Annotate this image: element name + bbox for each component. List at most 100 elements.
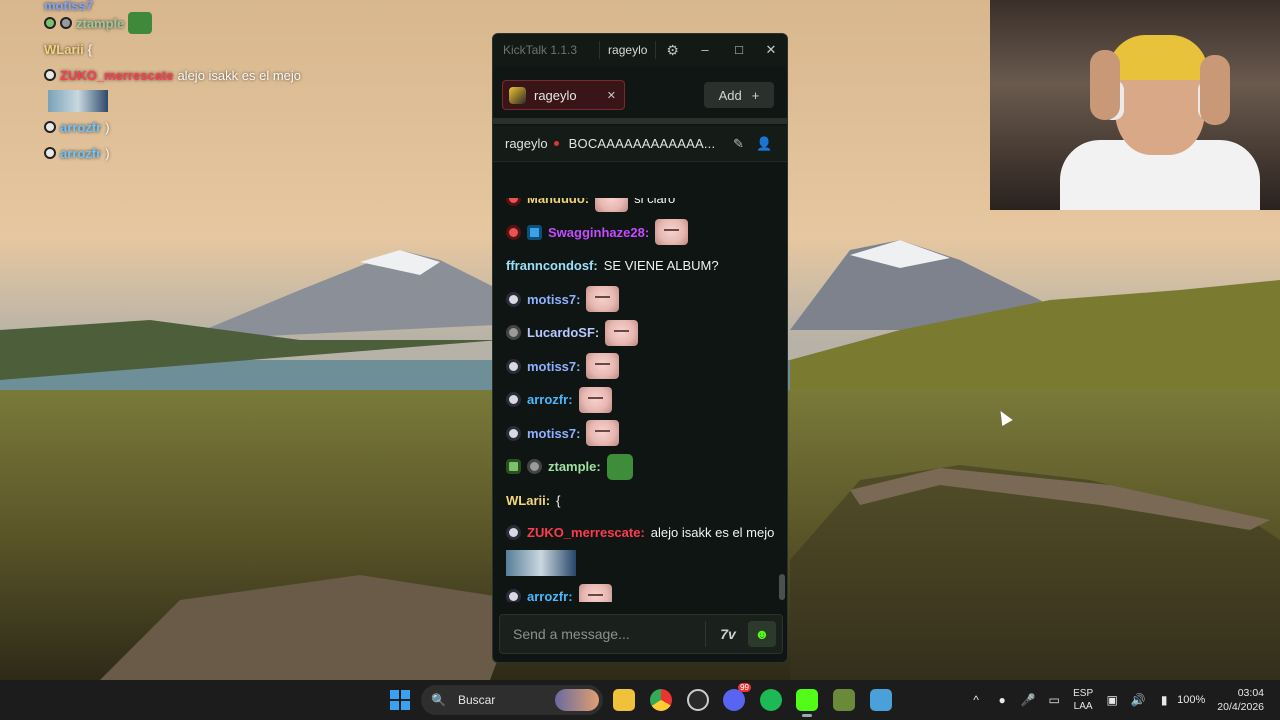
chat-username[interactable]: arrozfr xyxy=(527,392,568,407)
overlay-chat-user: motiss7 xyxy=(44,0,94,13)
face-emote-icon[interactable] xyxy=(578,583,612,602)
add-chatroom-button[interactable]: Add + xyxy=(704,82,774,108)
face-emote-icon[interactable] xyxy=(605,319,639,346)
network-icon[interactable]: ▣ xyxy=(1099,693,1125,707)
image-emote-icon[interactable] xyxy=(506,550,576,576)
language-code: ESP xyxy=(1073,688,1094,699)
message-input[interactable] xyxy=(500,615,705,653)
gear-icon[interactable]: ⚙ xyxy=(666,42,679,59)
face-emote-icon[interactable] xyxy=(586,420,620,447)
chat-message[interactable]: motiss7: xyxy=(506,350,787,384)
chat-message[interactable]: Swagginhaze28: xyxy=(506,216,787,250)
tab-label: rageylo xyxy=(534,87,577,103)
cube-badge-icon xyxy=(527,224,542,240)
notepad-icon[interactable] xyxy=(870,689,892,711)
taskbar-search[interactable]: 🔍 Buscar xyxy=(421,685,603,715)
tab-rageylo[interactable]: rageylo ✕ xyxy=(502,80,625,110)
chat-username[interactable]: ZUKO_merrescate xyxy=(527,521,640,544)
chevron-up-icon[interactable]: ^ xyxy=(963,693,989,707)
face-emote-icon[interactable] xyxy=(655,219,689,246)
pepe-emote-icon[interactable] xyxy=(606,453,633,480)
settings-icon[interactable] xyxy=(687,689,709,711)
badge-icon xyxy=(44,17,56,29)
microphone-icon[interactable]: 🎤 xyxy=(1015,693,1041,707)
stream-title: BOCAAAAAAAAAAAA... xyxy=(568,136,716,151)
security-icon[interactable]: ● xyxy=(989,693,1015,707)
chat-username[interactable]: ffranncondosf xyxy=(506,258,593,273)
subscriber-badge-icon xyxy=(506,291,521,307)
battery-icon[interactable]: ▮ xyxy=(1151,693,1177,707)
pepe-emote-icon xyxy=(128,12,153,34)
chat-messages[interactable]: Mandudo: si claro Swagginhaze28: ffranncond… xyxy=(493,198,787,602)
minecraft-icon[interactable] xyxy=(833,689,855,711)
chat-username[interactable]: arrozfr xyxy=(527,589,568,602)
overlay-chat-user: ztample xyxy=(76,15,125,31)
chat-message[interactable]: WLarii: { xyxy=(506,484,787,518)
subscriber-badge-icon xyxy=(506,525,521,540)
close-icon[interactable]: ✕ xyxy=(761,42,781,58)
file-explorer-icon[interactable] xyxy=(613,689,635,711)
face-emote-icon[interactable] xyxy=(578,386,612,413)
chat-username[interactable]: motiss7 xyxy=(527,292,576,307)
scrollbar[interactable] xyxy=(779,574,785,600)
chat-message[interactable]: ZUKO_merrescate: alejo isakk es el mejo xyxy=(506,517,787,580)
channel-name[interactable]: rageylo xyxy=(505,136,548,151)
overlay-chat-line: arrozfr ) xyxy=(44,140,384,166)
chat-username[interactable]: motiss7 xyxy=(527,426,576,441)
badge-icon xyxy=(44,69,56,81)
maximize-icon[interactable]: □ xyxy=(729,42,749,57)
chat-message[interactable]: arrozfr: xyxy=(506,383,787,417)
clock[interactable]: 03:04 20/4/2026 xyxy=(1217,686,1264,714)
username-colon: : xyxy=(576,291,581,307)
username-colon: : xyxy=(644,224,650,240)
discord-icon[interactable]: 99 xyxy=(723,683,751,711)
username-colon: : xyxy=(568,589,573,602)
username-colon: : xyxy=(545,492,551,508)
titlebar-channel[interactable]: rageylo xyxy=(599,41,657,59)
chat-username[interactable]: motiss7 xyxy=(527,359,576,374)
kick-emote-icon[interactable]: ☻ xyxy=(748,621,776,647)
face-emote-icon[interactable] xyxy=(586,353,620,380)
overlay-chat-line xyxy=(44,88,384,114)
pin-icon[interactable]: ✎ xyxy=(733,136,744,152)
face-emote-icon[interactable] xyxy=(595,198,629,212)
subscriber-badge-icon xyxy=(506,325,521,341)
titlebar[interactable]: KickTalk 1.1.3 rageylo ⚙ – □ ✕ xyxy=(493,34,787,66)
7tv-emote-icon[interactable]: 7v xyxy=(714,621,742,647)
chat-message[interactable]: ffranncondosf: SE VIENE ALBUM? xyxy=(506,249,787,283)
search-icon: 🔍 xyxy=(431,693,446,707)
volume-icon[interactable]: 🔊 xyxy=(1125,693,1151,707)
close-icon[interactable]: ✕ xyxy=(607,89,616,102)
chat-username[interactable]: Swagginhaze28 xyxy=(548,225,645,240)
chat-message[interactable]: motiss7: xyxy=(506,417,787,451)
kicktalk-taskbar-icon[interactable] xyxy=(796,689,818,717)
chrome-icon[interactable] xyxy=(650,689,672,711)
display-icon[interactable]: ▭ xyxy=(1041,693,1067,707)
subscriber-badge-icon xyxy=(506,392,521,408)
spotify-icon[interactable] xyxy=(760,689,782,711)
face-emote-icon[interactable] xyxy=(586,286,620,313)
chat-username[interactable]: WLarii xyxy=(506,493,546,508)
username-colon: : xyxy=(593,258,598,274)
chat-input-bar: 7v ☻ xyxy=(499,614,783,654)
chat-text: { xyxy=(556,492,561,508)
chat-username[interactable]: ztample xyxy=(548,459,596,474)
chat-message[interactable]: motiss7: xyxy=(506,283,787,317)
language-indicator[interactable]: ESP LAA xyxy=(1073,687,1093,713)
username-colon: : xyxy=(584,198,590,207)
kicktalk-window[interactable]: KickTalk 1.1.3 rageylo ⚙ – □ ✕ rageylo ✕… xyxy=(492,33,788,663)
username-colon: : xyxy=(568,392,573,408)
username-colon: : xyxy=(576,425,581,441)
chat-message[interactable]: ztample: xyxy=(506,450,787,484)
windows-start-icon[interactable] xyxy=(390,690,410,710)
chat-username[interactable]: LucardoSF xyxy=(527,325,595,340)
minimize-icon[interactable]: – xyxy=(695,42,715,57)
subscriber-badge-icon xyxy=(506,589,521,602)
battery-percent: 100% xyxy=(1177,694,1206,706)
stream-chat-overlay: motiss7 ztample WLarii { ZUKO_merrescate… xyxy=(44,0,384,166)
chat-message[interactable]: arrozfr: xyxy=(506,580,787,602)
chat-username[interactable]: Mandudo xyxy=(527,198,585,206)
chat-message[interactable]: Mandudo: si claro xyxy=(506,198,787,216)
chat-message[interactable]: LucardoSF: xyxy=(506,316,787,350)
user-icon[interactable]: 👤 xyxy=(756,136,772,152)
